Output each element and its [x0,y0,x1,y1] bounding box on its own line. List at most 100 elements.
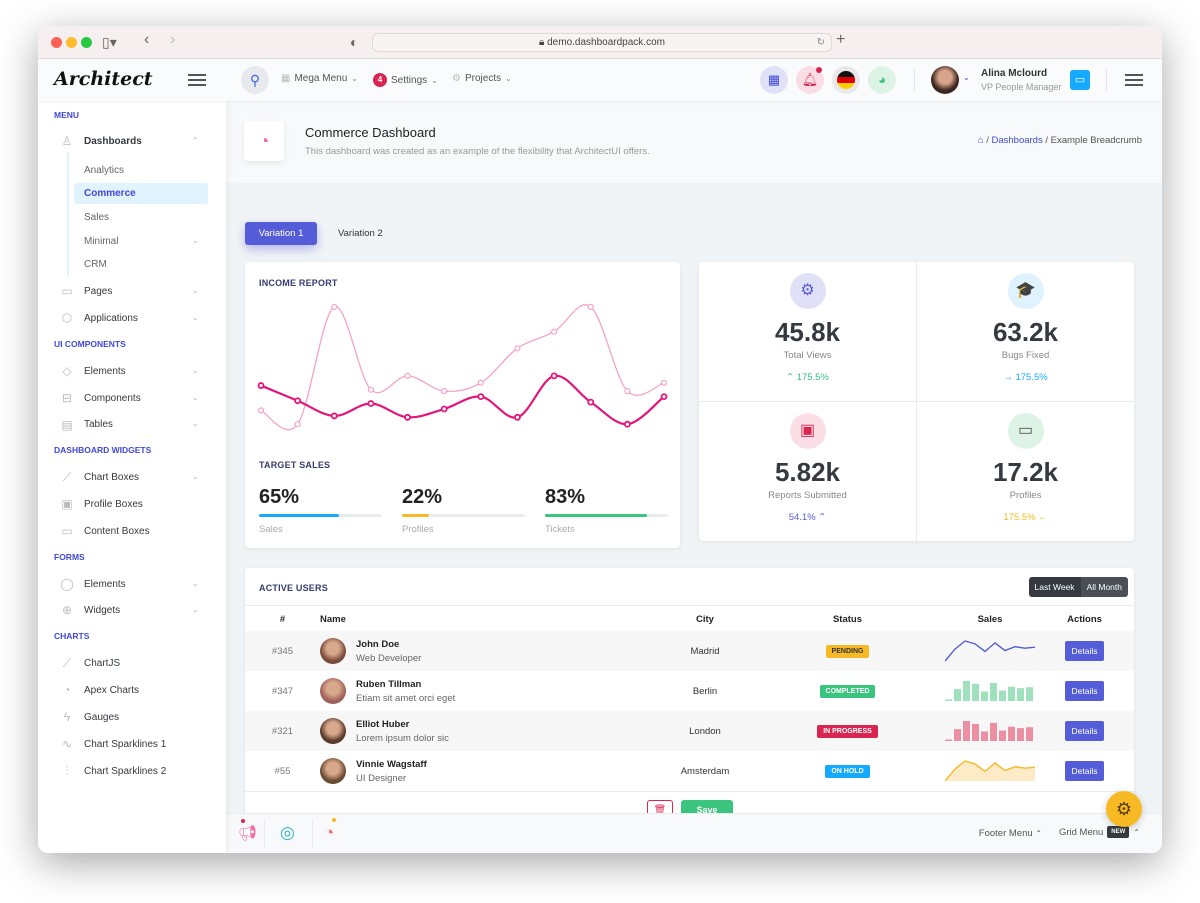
calendar-button[interactable]: ▭ [1070,70,1090,90]
actions-cell: Details [1035,671,1134,711]
series-light-point [660,379,668,386]
series-dark-line [260,374,665,426]
user-name: John Doe [356,638,400,650]
sidebar-item-chart-boxes[interactable]: Chart Boxes [84,472,139,483]
menu-icon[interactable] [1125,74,1143,86]
sales-label: Sales [259,524,283,535]
grid-menu[interactable]: Grid Menu NEW ⌃ [1059,826,1140,838]
sidebar-item-content-boxes[interactable]: Content Boxes [84,526,150,537]
sidebar-item-crm[interactable]: CRM [84,259,107,270]
user-subtitle: Lorem ipsum dolor sic [356,732,449,744]
sales-progress-fill [259,514,339,517]
sidebar-item-minimal[interactable]: Minimal [84,236,118,247]
browser-window: ▯▾ ‹ › ◐ 🔒︎ demo.dashboardpack.com ↻ + Ar… [38,26,1162,853]
footer-menu[interactable]: Footer Menu ⌃ [979,828,1042,839]
shield-icon[interactable]: ◐ [350,34,358,50]
user-menu-chevron-icon[interactable]: ⌄ [963,73,970,82]
last-week-button[interactable]: Last Week [1028,577,1081,597]
status-badge: IN PROGRESS [817,724,878,738]
sidebar-item-elements[interactable]: Elements [84,366,126,377]
details-button[interactable]: Details [1064,681,1105,701]
sidebar-toggle-icon[interactable] [188,74,206,86]
breadcrumb-dashboards[interactable]: Dashboards [991,135,1042,146]
grid-button[interactable]: ▦ [760,66,788,94]
details-button[interactable]: Details [1064,761,1105,781]
mega-menu-label: Mega Menu [294,73,348,84]
sidebar-item-analytics[interactable]: Analytics [84,165,124,176]
details-button[interactable]: Details [1064,641,1105,661]
all-month-button[interactable]: All Month [1080,577,1128,597]
sidebar-item-commerce[interactable]: Commerce [74,183,208,204]
mega-menu[interactable]: ▦ Mega Menu ⌄ [281,73,358,84]
back-icon[interactable]: ‹ [144,31,149,49]
sidebar-item-applications[interactable]: Applications [84,313,138,324]
minimize-window-button[interactable] [66,37,77,48]
reload-icon[interactable]: ↻ [817,34,825,51]
sidebar-item-form-elements[interactable]: Elements [84,579,126,590]
sidebar-item-gauges[interactable]: Gauges [84,712,119,723]
profiles-progress-fill [402,514,430,517]
sidebar-item-chart-sparklines-1[interactable]: Chart Sparklines 1 [84,739,166,750]
sparkline-bar [981,690,988,701]
megaphone-icon[interactable]: 📢︎ [238,824,257,842]
sparkline-bar [1017,727,1024,741]
sidebar-toggle-icon[interactable]: ▯▾ [102,34,117,51]
new-tab-icon[interactable]: + [836,31,845,49]
projects-menu[interactable]: ⚙ Projects ⌄ [452,73,512,84]
maximize-window-button[interactable] [81,37,92,48]
status-cell: COMPLETED [750,671,945,711]
tab-variation-1[interactable]: Variation 1 [245,222,317,245]
sidebar-item-chartjs[interactable]: ChartJS [84,658,120,669]
section-ui-components: UI COMPONENTS [54,339,126,349]
sidebar-item-pages[interactable]: Pages [84,286,112,297]
col-name: Name [320,613,346,625]
home-icon[interactable]: ⌂ [978,135,984,146]
grid-menu-label: Grid Menu [1058,826,1104,838]
language-button[interactable] [832,66,860,94]
sparkline-bar [945,699,952,701]
notification-dot [241,819,245,823]
sidebar-item-components[interactable]: Components [84,393,141,404]
sidebar-item-chart-sparklines-2[interactable]: Chart Sparklines 2 [84,766,166,777]
settings-menu[interactable]: 4 Settings ⌄ [373,73,438,87]
sparkline-bar [1026,726,1033,741]
logo[interactable]: Architect [54,68,153,90]
sidebar-item-apex-charts[interactable]: Apex Charts [84,685,139,696]
activity-button[interactable]: ◕ [868,66,896,94]
pie-chart-icon[interactable]: ◔ [324,823,334,843]
sidebar-item-tables[interactable]: Tables [84,419,113,430]
col-sales: Sales [977,613,1003,625]
sparkline-bar [1017,687,1024,701]
stat-reports-submitted: ▣ 5.82k Reports Submitted 54.1% ⌃ [699,402,916,541]
tab-variation-2[interactable]: Variation 2 [338,222,383,245]
sales-cell [944,631,1036,671]
sidebar-item-profile-boxes[interactable]: Profile Boxes [84,499,143,510]
series-dark-point [330,412,338,420]
theme-settings-button[interactable]: ⚙ [1106,791,1142,827]
sales-cell [944,751,1036,791]
stat-value: 5.82k [774,457,841,487]
close-window-button[interactable] [51,37,62,48]
user-avatar[interactable] [931,66,959,94]
user-subtitle: Web Developer [356,652,422,664]
details-button[interactable]: Details [1064,721,1105,741]
user-subtitle: UI Designer [356,772,407,784]
sidebar-item-dashboards[interactable]: Dashboards [84,136,142,147]
notifications-button[interactable]: 🔔︎ [796,66,824,94]
avatar [320,638,346,664]
sidebar-item-widgets[interactable]: Widgets [84,605,120,616]
stats-card: ⚙ 45.8k Total Views ⌃ 175.5% 🎓 63.2k Bugs Fix… [699,262,1134,541]
chevron-down-icon: ⌄ [192,393,199,402]
address-bar[interactable]: 🔒︎ demo.dashboardpack.com ↻ [372,33,832,52]
settings-badge: 4 [373,73,387,87]
forward-icon[interactable]: › [170,31,175,49]
breadcrumb-current: Example Breadcrumb [1050,135,1142,146]
grid-icon: ▦ [767,72,781,87]
diamond-icon: ◇ [62,364,72,378]
series-dark-point [294,397,302,405]
sparkline-bar [981,730,988,741]
globe-icon[interactable]: ◎ [280,823,295,843]
sidebar-item-sales[interactable]: Sales [84,212,109,223]
stat-icon: ▭ [1007,413,1044,449]
search-button[interactable]: ⚲ [241,66,269,94]
